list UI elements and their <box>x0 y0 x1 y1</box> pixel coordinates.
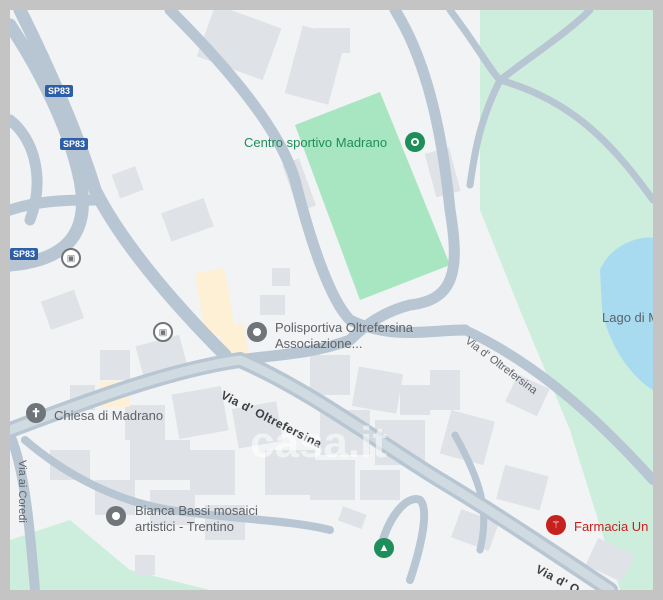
road-shield-sp83: SP83 <box>10 248 39 260</box>
cross-icon[interactable]: ✝ <box>26 403 46 423</box>
map-canvas[interactable]: SP83 SP83 SP83 ▣ ▣ Centro sportivo Madra… <box>10 10 653 590</box>
pin-icon[interactable] <box>405 132 425 152</box>
pin-icon[interactable] <box>247 322 267 342</box>
poi-label-sports-center[interactable]: Centro sportivo Madrano <box>244 135 387 150</box>
poi-label-church[interactable]: Chiesa di Madrano <box>54 408 163 423</box>
bus-stop-icon[interactable]: ▣ <box>61 248 81 268</box>
poi-label-bianca-bassi-sub[interactable]: artistici - Trentino <box>135 519 234 534</box>
poi-label-polisportiva[interactable]: Polisportiva Oltrefersina <box>275 320 413 335</box>
tree-icon[interactable]: ▲ <box>374 538 394 558</box>
street-label-coredi: Via ai Coredi <box>16 460 28 523</box>
pharmacy-icon[interactable]: ⚚ <box>546 515 566 535</box>
poi-label-polisportiva-sub[interactable]: Associazione... <box>275 336 362 351</box>
poi-label-bianca-bassi[interactable]: Bianca Bassi mosaici <box>135 503 258 518</box>
road-shield-sp83: SP83 <box>60 138 89 150</box>
map-graphics <box>10 10 653 590</box>
watermark: casa.it <box>250 418 387 467</box>
poi-label-pharmacy[interactable]: Farmacia Un <box>574 519 648 534</box>
bus-stop-icon[interactable]: ▣ <box>153 322 173 342</box>
lake-label: Lago di M <box>602 310 653 325</box>
pin-icon[interactable] <box>106 506 126 526</box>
map-frame: SP83 SP83 SP83 ▣ ▣ Centro sportivo Madra… <box>0 0 663 600</box>
road-shield-sp83: SP83 <box>45 85 74 97</box>
